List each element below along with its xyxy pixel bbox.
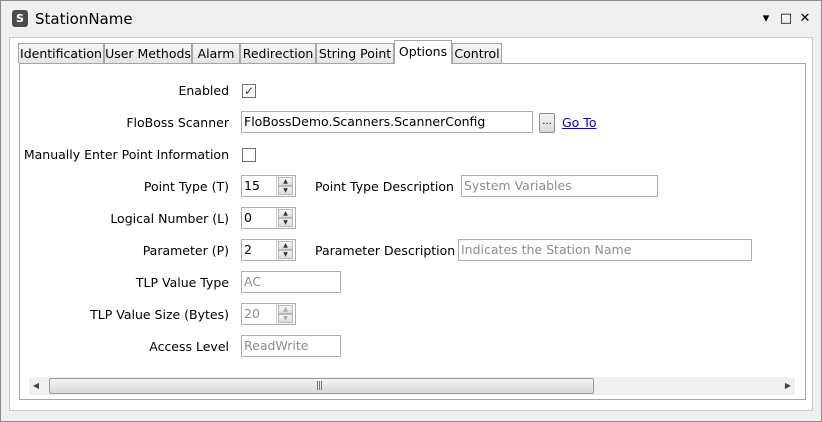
maximize-icon[interactable]: □ (778, 10, 794, 28)
spin-down-icon[interactable]: ▼ (278, 250, 293, 259)
tlp-value-size-stepper[interactable]: 20 ▲ ▼ (241, 303, 296, 325)
access-level-field[interactable]: ReadWrite (241, 335, 341, 357)
parameter-stepper[interactable]: 2 ▲ ▼ (241, 239, 296, 261)
enabled-checkbox[interactable]: ✓ (242, 84, 256, 98)
scroll-left-icon[interactable]: ◀ (29, 379, 43, 393)
manual-entry-checkbox[interactable] (242, 148, 256, 162)
spin-up-icon[interactable]: ▲ (278, 209, 293, 218)
point-type-value: 15 (244, 178, 260, 193)
enabled-label: Enabled (178, 83, 229, 98)
window-title: StationName (35, 10, 133, 28)
point-type-desc-label: Point Type Description (315, 179, 454, 194)
parameter-desc-field[interactable]: Indicates the Station Name (458, 239, 752, 261)
window-menu-chevron-down-icon[interactable]: ▾ (758, 10, 774, 28)
title-bar[interactable]: S StationName ▾ □ ✕ (1, 1, 821, 37)
spin-down-icon[interactable]: ▼ (278, 186, 293, 195)
tlp-value-size-value: 20 (244, 306, 260, 321)
horizontal-scrollbar[interactable]: ◀ ||| ▶ (29, 377, 795, 395)
tlp-value-type-field[interactable]: AC (241, 271, 341, 293)
tab-control[interactable]: Control (452, 43, 502, 63)
tab-string-point[interactable]: String Point (316, 43, 394, 63)
logical-number-stepper[interactable]: 0 ▲ ▼ (241, 207, 296, 229)
tab-identification[interactable]: Identification (18, 43, 104, 63)
app-icon: S (12, 10, 28, 27)
tab-alarm[interactable]: Alarm (192, 43, 240, 63)
parameter-value: 2 (244, 242, 252, 257)
floboss-scanner-field[interactable]: FloBossDemo.Scanners.ScannerConfig (241, 111, 533, 133)
logical-number-spinner[interactable]: ▲ ▼ (276, 208, 295, 228)
spin-up-icon: ▲ (278, 305, 293, 314)
logical-number-value: 0 (244, 210, 252, 225)
tlp-value-size-spinner: ▲ ▼ (276, 304, 295, 324)
station-window: S StationName ▾ □ ✕ Identification User … (0, 0, 822, 422)
scroll-thumb[interactable]: ||| (49, 378, 594, 394)
floboss-scanner-label: FloBoss Scanner (126, 115, 229, 130)
spin-up-icon[interactable]: ▲ (278, 177, 293, 186)
parameter-spinner[interactable]: ▲ ▼ (276, 240, 295, 260)
parameter-desc-label: Parameter Description (315, 243, 456, 258)
parameter-label: Parameter (P) (142, 243, 229, 258)
spin-up-icon[interactable]: ▲ (278, 241, 293, 250)
spin-down-icon: ▼ (278, 314, 293, 323)
browse-button[interactable]: ... (539, 113, 555, 133)
tlp-value-size-label: TLP Value Size (Bytes) (90, 307, 229, 322)
point-type-spinner[interactable]: ▲ ▼ (276, 176, 295, 196)
grip-icon: ||| (316, 381, 323, 391)
tab-user-methods[interactable]: User Methods (104, 43, 192, 63)
goto-link[interactable]: Go To (562, 115, 596, 130)
point-type-label: Point Type (T) (143, 179, 229, 194)
tab-redirection[interactable]: Redirection (240, 43, 316, 63)
tab-options[interactable]: Options (394, 40, 452, 64)
point-type-desc-field[interactable]: System Variables (461, 175, 658, 197)
manual-entry-label: Manually Enter Point Information (23, 147, 229, 162)
spin-down-icon[interactable]: ▼ (278, 218, 293, 227)
scroll-right-icon[interactable]: ▶ (781, 379, 795, 393)
logical-number-label: Logical Number (L) (110, 211, 229, 226)
point-type-stepper[interactable]: 15 ▲ ▼ (241, 175, 296, 197)
access-level-label: Access Level (149, 339, 229, 354)
close-icon[interactable]: ✕ (797, 10, 813, 28)
tlp-value-type-label: TLP Value Type (135, 275, 229, 290)
